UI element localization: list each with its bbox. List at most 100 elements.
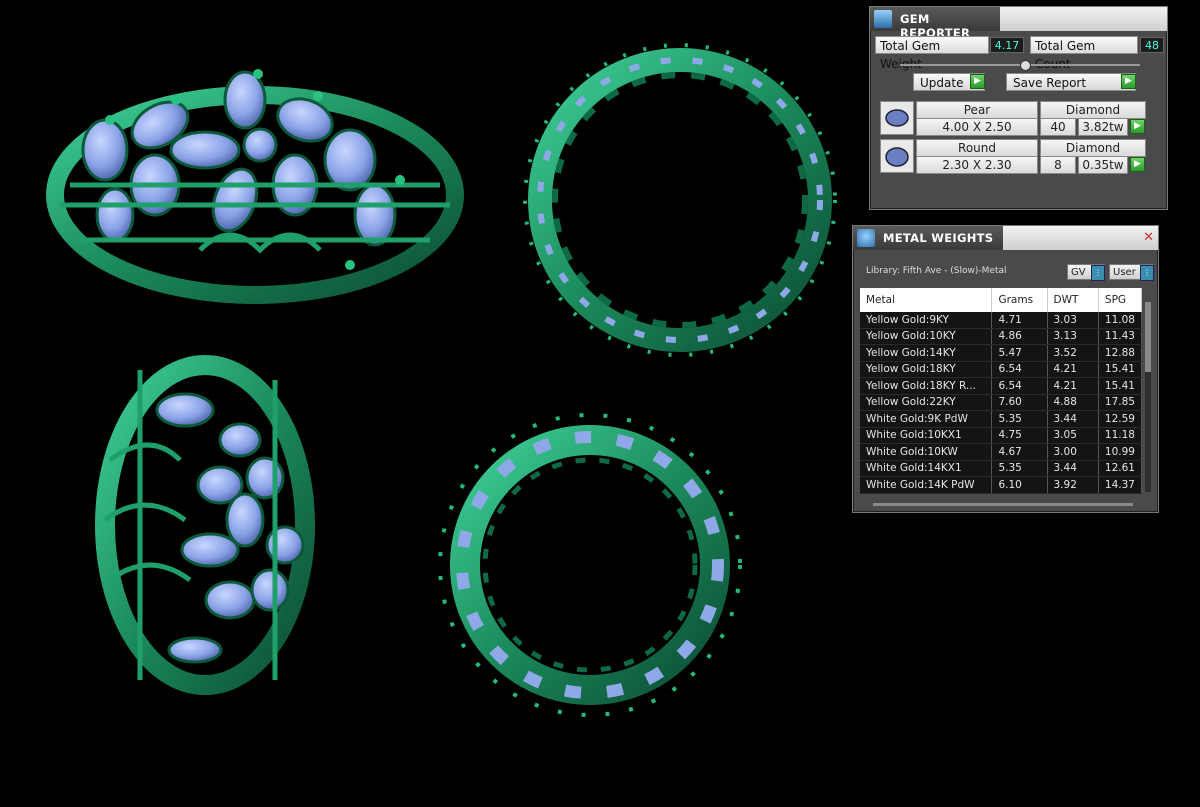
- cell-metal: White Gold:10KX1: [860, 427, 993, 444]
- vertical-scrollbar[interactable]: [1145, 302, 1151, 492]
- cell-metal: White Gold:9K PdW: [860, 410, 993, 428]
- cell-spg: 17.85: [1098, 394, 1143, 411]
- cell-spg: 12.88: [1098, 344, 1143, 362]
- cell-grams: 5.35: [991, 410, 1048, 428]
- table-row[interactable]: Yellow Gold:10KY 4.86 3.13 11.43: [860, 328, 1143, 345]
- pear-gem-thumbnail-icon[interactable]: [880, 101, 914, 135]
- table-row[interactable]: Yellow Gold:18KY R... 6.54 4.21 15.41: [860, 377, 1143, 395]
- metal-weights-panel: METAL WEIGHTS ✕ Library: Fifth Ave - (Sl…: [852, 225, 1159, 513]
- table-row[interactable]: White Gold:14K PdW 6.10 3.92 14.37: [860, 476, 1143, 494]
- table-row[interactable]: Yellow Gold:9KY 4.71 3.03 11.08: [860, 312, 1143, 329]
- cell-dwt: 3.00: [1047, 443, 1099, 461]
- round-gem-thumbnail-icon[interactable]: [880, 139, 914, 173]
- cell-grams: 6.54: [991, 377, 1048, 395]
- vertical-scrollbar-thumb[interactable]: [1145, 302, 1151, 372]
- cell-spg: 11.18: [1098, 427, 1143, 444]
- gem-row-2-material: Diamond: [1040, 139, 1146, 157]
- cell-dwt: 4.21: [1047, 361, 1099, 378]
- metal-weights-icon: [857, 229, 875, 247]
- cell-metal: Yellow Gold:9KY: [860, 312, 993, 329]
- ring-render-bottom-right: [438, 413, 742, 717]
- gv-select-dropdown-icon[interactable]: ⋮: [1091, 265, 1105, 281]
- table-row[interactable]: White Gold:9K PdW 5.35 3.44 12.59: [860, 410, 1143, 428]
- column-header-spg[interactable]: SPG: [1098, 288, 1143, 312]
- gem-reporter-panel: GEM REPORTER Total Gem Weight 4.17 Total…: [869, 6, 1168, 210]
- ring-render-bottom-left: [95, 355, 315, 695]
- gem-row-1-size: 4.00 X 2.50: [916, 118, 1038, 136]
- table-row[interactable]: Yellow Gold:18KY 6.54 4.21 15.41: [860, 361, 1143, 378]
- gem-row-1-material: Diamond: [1040, 101, 1146, 119]
- cell-grams: 6.54: [991, 361, 1048, 378]
- table-header-row: Metal Grams DWT SPG: [860, 288, 1143, 312]
- cell-grams: 5.47: [991, 344, 1048, 362]
- gem-row-2-shape: Round: [916, 139, 1038, 157]
- column-header-metal[interactable]: Metal: [860, 288, 993, 312]
- gem-row-2-size: 2.30 X 2.30: [916, 156, 1038, 174]
- update-go-icon[interactable]: ▶: [970, 74, 985, 89]
- table-row[interactable]: White Gold:14KX1 5.35 3.44 12.61: [860, 460, 1143, 477]
- cell-spg: 11.08: [1098, 312, 1143, 329]
- library-label: Library: Fifth Ave - (Slow)-Metal: [866, 266, 1007, 276]
- cell-metal: Yellow Gold:10KY: [860, 328, 993, 345]
- close-icon[interactable]: ✕: [1143, 230, 1154, 245]
- gem-row-1-weight: 3.82tw: [1078, 118, 1128, 136]
- metal-weights-title: METAL WEIGHTS: [883, 231, 994, 245]
- cell-metal: Yellow Gold:18KY R...: [860, 377, 993, 395]
- gem-row-1-shape: Pear: [916, 101, 1038, 119]
- metal-weights-titlebar[interactable]: METAL WEIGHTS ✕: [853, 226, 1158, 250]
- total-gem-count-label: Total Gem Count: [1030, 36, 1138, 71]
- cell-spg: 10.99: [1098, 443, 1143, 461]
- column-header-dwt[interactable]: DWT: [1047, 288, 1099, 312]
- user-select-dropdown-icon[interactable]: ⋮: [1140, 265, 1154, 281]
- table-row[interactable]: Yellow Gold:22KY 7.60 4.88 17.85: [860, 394, 1143, 411]
- cell-dwt: 3.05: [1047, 427, 1099, 444]
- cell-spg: 15.41: [1098, 361, 1143, 378]
- cell-grams: 7.60: [991, 394, 1048, 411]
- cell-spg: 12.61: [1098, 460, 1143, 477]
- cell-grams: 4.67: [991, 443, 1048, 461]
- metal-weights-table: Metal Grams DWT SPG Yellow Gold:9KY 4.71 3…: [860, 288, 1143, 494]
- cell-grams: 4.86: [991, 328, 1048, 345]
- horizontal-scrollbar[interactable]: [873, 503, 1133, 506]
- cell-metal: White Gold:14K PdW: [860, 476, 993, 494]
- slider-handle[interactable]: [1020, 60, 1031, 71]
- cell-grams: 6.10: [991, 476, 1048, 494]
- gem-row-2-count: 8: [1040, 156, 1076, 174]
- cell-dwt: 4.88: [1047, 394, 1099, 411]
- cell-metal: Yellow Gold:14KY: [860, 344, 993, 362]
- save-report-button[interactable]: Save Report: [1006, 73, 1136, 91]
- gem-row-2-go-icon[interactable]: ▶: [1130, 157, 1145, 172]
- cell-spg: 11.43: [1098, 328, 1143, 345]
- ring-render-top-right: [523, 43, 837, 357]
- table-row[interactable]: White Gold:10KW 4.67 3.00 10.99: [860, 443, 1143, 461]
- cell-grams: 4.75: [991, 427, 1048, 444]
- cell-dwt: 3.44: [1047, 460, 1099, 477]
- cell-spg: 14.37: [1098, 476, 1143, 494]
- gem-row-1-go-icon[interactable]: ▶: [1130, 119, 1145, 134]
- cell-spg: 12.59: [1098, 410, 1143, 428]
- gem-reporter-titlebar[interactable]: GEM REPORTER: [870, 7, 1167, 40]
- cell-dwt: 3.44: [1047, 410, 1099, 428]
- ring-render-top-left: [46, 69, 464, 304]
- cell-dwt: 3.52: [1047, 344, 1099, 362]
- cell-dwt: 3.92: [1047, 476, 1099, 494]
- total-gem-weight-label: Total Gem Weight: [875, 36, 989, 71]
- cell-grams: 4.71: [991, 312, 1048, 329]
- cell-metal: Yellow Gold:18KY: [860, 361, 993, 378]
- save-report-go-icon[interactable]: ▶: [1121, 74, 1136, 89]
- table-row[interactable]: White Gold:10KX1 4.75 3.05 11.18: [860, 427, 1143, 444]
- cell-metal: Yellow Gold:22KY: [860, 394, 993, 411]
- table-row[interactable]: Yellow Gold:14KY 5.47 3.52 12.88: [860, 344, 1143, 362]
- total-gem-weight-value: 4.17: [990, 37, 1024, 53]
- gem-row-2-weight: 0.35tw: [1078, 156, 1128, 174]
- cell-dwt: 4.21: [1047, 377, 1099, 395]
- cell-grams: 5.35: [991, 460, 1048, 477]
- cell-dwt: 3.13: [1047, 328, 1099, 345]
- gem-row-1-count: 40: [1040, 118, 1076, 136]
- column-header-grams[interactable]: Grams: [991, 288, 1048, 312]
- gem-reporter-icon: [874, 10, 892, 28]
- cell-metal: White Gold:14KX1: [860, 460, 993, 477]
- cell-dwt: 3.03: [1047, 312, 1099, 329]
- cell-metal: White Gold:10KW: [860, 443, 993, 461]
- total-gem-count-value: 48: [1140, 37, 1164, 53]
